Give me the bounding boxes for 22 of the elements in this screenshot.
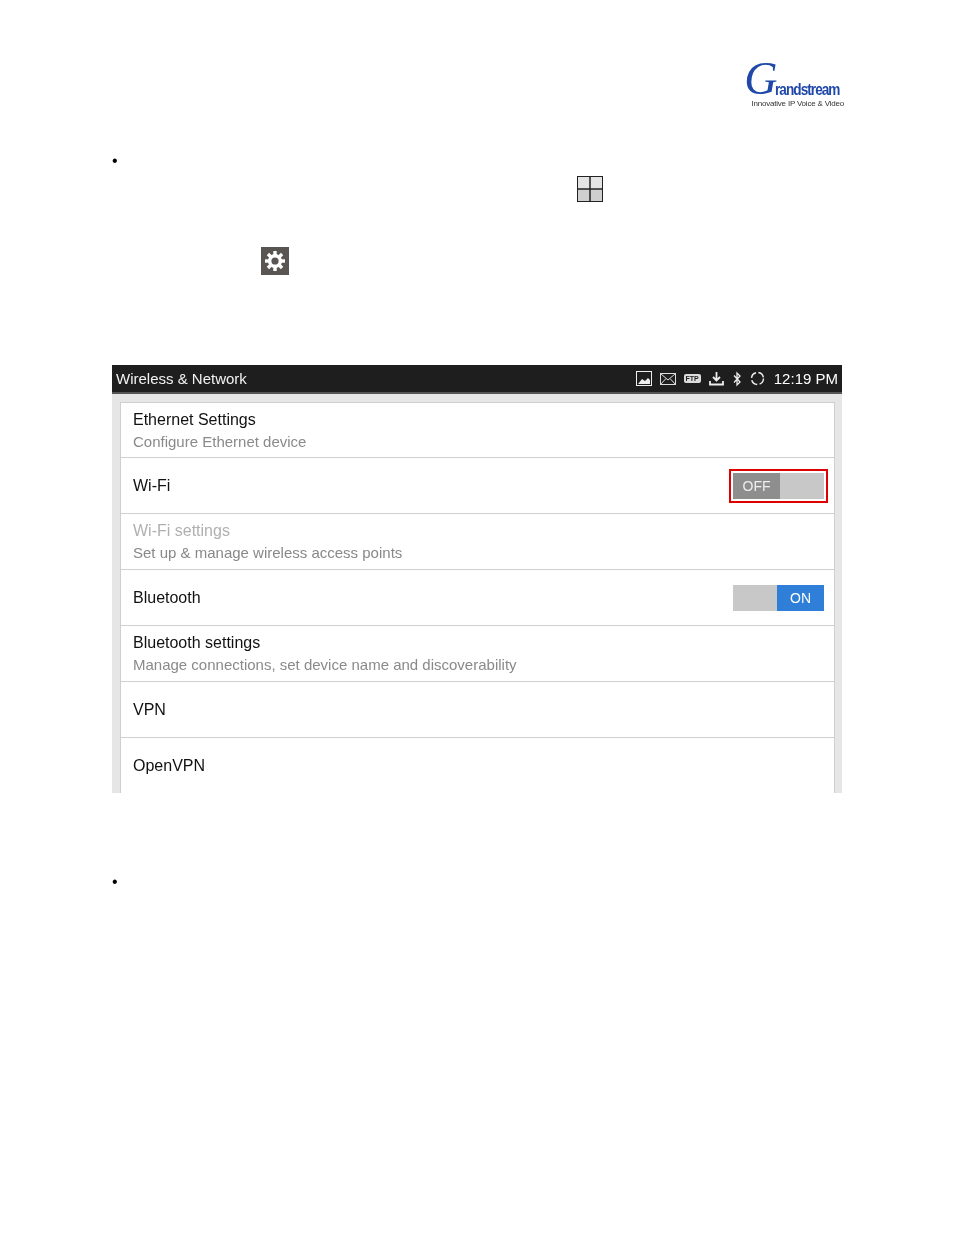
settings-icon: [261, 247, 289, 275]
bullet: •: [112, 153, 119, 169]
sync-icon: [749, 371, 765, 386]
setting-title[interactable]: Bluetooth settings: [133, 634, 517, 652]
download-icon: [708, 371, 724, 386]
setting-title[interactable]: Bluetooth: [133, 588, 201, 607]
screen-title: Wireless & Network: [116, 370, 247, 387]
setting-title[interactable]: OpenVPN: [133, 757, 206, 775]
clock-time: 12:19 PM: [773, 370, 838, 387]
image-icon: [635, 371, 652, 386]
setting-title[interactable]: Wi-Fi: [133, 476, 171, 495]
grid-icon: [577, 176, 603, 202]
setting-title[interactable]: Ethernet Settings: [133, 410, 307, 429]
toggle-switch[interactable]: ON: [733, 584, 824, 611]
mail-icon: [659, 372, 676, 385]
setting-title[interactable]: VPN: [133, 700, 166, 719]
bullet: •: [112, 874, 119, 890]
logo: Grandstream Innovative IP Voice & Video: [743, 60, 844, 110]
setting-summary: Manage connections, set device name and discoverability: [133, 656, 517, 673]
setting-summary: Configure Ethernet device: [133, 432, 307, 450]
setting-summary: Set up & manage wireless access points: [133, 544, 403, 561]
bluetooth-icon: [731, 370, 742, 387]
